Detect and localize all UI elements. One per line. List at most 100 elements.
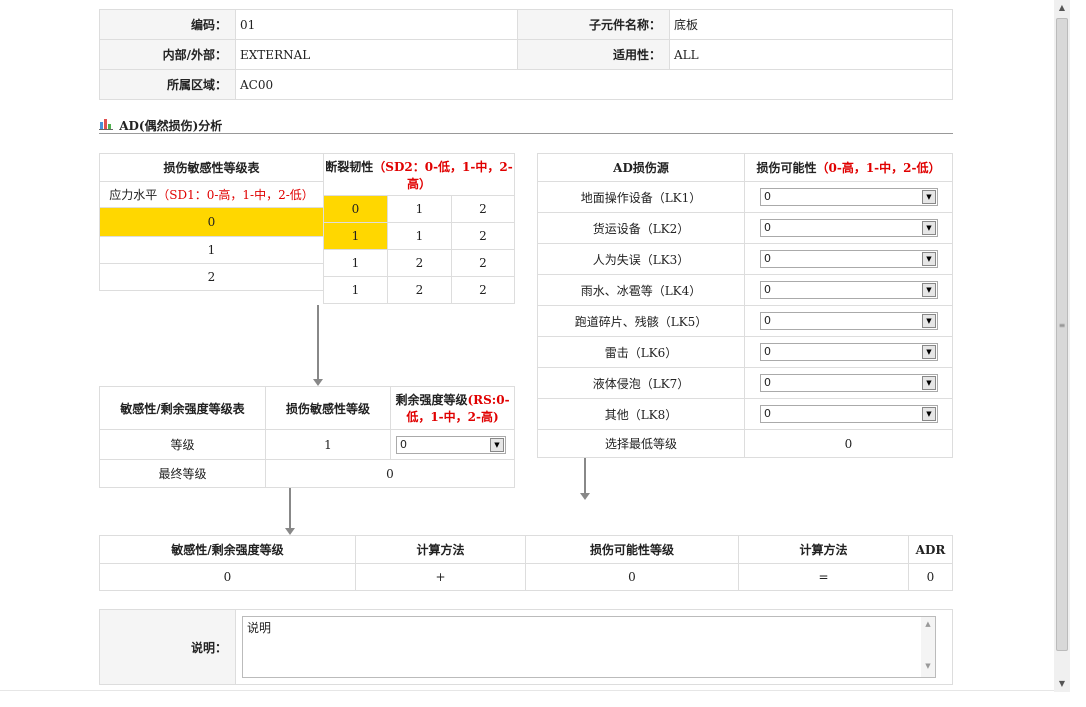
vertical-scrollbar[interactable]: ▲ ≡ ▼ (1054, 0, 1070, 692)
final-value: 0 (265, 459, 515, 488)
ad-likelihood-select[interactable]: 0 ▼ (760, 250, 938, 268)
notes-textarea[interactable]: 说明 ▲ ▼ (242, 616, 936, 678)
chevron-down-icon[interactable]: ▼ (922, 314, 936, 328)
residual-select[interactable]: 0 ▼ (396, 435, 506, 454)
result-header-3: 损伤可能性等级 (525, 535, 739, 564)
fracture-cell[interactable]: 2 (451, 276, 515, 304)
ad-likelihood-select[interactable]: 0 ▼ (760, 281, 938, 299)
residual-table: 敏感性/剩余强度等级表 损伤敏感性等级 剩余强度等级(RS:0-低，1-中，2-… (99, 386, 515, 488)
chevron-down-icon[interactable]: ▼ (922, 345, 936, 359)
ad-source-label: 雷击（LK6） (537, 336, 745, 368)
ad-select-cell: 0 ▼ (744, 398, 953, 430)
ad-source-row: 雷击（LK6） 0 ▼ (537, 336, 953, 368)
stress-row-1[interactable]: 1 (99, 236, 324, 264)
notes-text: 说明 (247, 621, 272, 635)
ad-select-value: 0 (764, 190, 771, 203)
fracture-cell[interactable]: 2 (387, 276, 452, 304)
fracture-cell[interactable]: 1 (323, 249, 388, 277)
ad-source-label: 跑道碎片、残骸（LK5） (537, 305, 745, 337)
ad-source-table: AD损伤源 损伤可能性（0-高，1-中，2-低） 地面操作设备（LK1） 0 ▼ 货运… (537, 153, 953, 458)
ad-select-value: 0 (764, 221, 771, 234)
textarea-scrollbar[interactable]: ▲ ▼ (921, 617, 935, 677)
result-header-2: 计算方法 (355, 535, 526, 564)
residual-header-2: 损伤敏感性等级 (265, 386, 391, 430)
ad-source-row: 跑道碎片、残骸（LK5） 0 ▼ (537, 305, 953, 337)
result-value-5: 0 (908, 563, 953, 591)
zone-value: AC00 (235, 69, 953, 100)
sensitivity-table: 损伤敏感性等级表 应力水平（SD1：0-高，1-中，2-低） 0 1 2 (99, 153, 324, 291)
fracture-table: 断裂韧性（SD2：0-低，1-中，2-高） 012 112 122 122 (323, 153, 515, 304)
stress-note: （SD1：0-高，1-中，2-低） (157, 188, 314, 202)
applicability-label: 适用性： (517, 39, 670, 70)
ad-likelihood-select[interactable]: 0 ▼ (760, 405, 938, 423)
final-label: 最终等级 (99, 459, 266, 488)
ad-likelihood-select[interactable]: 0 ▼ (760, 188, 938, 206)
ad-source-row: 货运设备（LK2） 0 ▼ (537, 212, 953, 244)
residual-select-cell: 0 ▼ (390, 429, 515, 460)
ad-source-label: 货运设备（LK2） (537, 212, 745, 244)
result-value-4: = (738, 563, 909, 591)
fracture-cell[interactable]: 2 (451, 249, 515, 277)
ad-select-value: 0 (764, 407, 771, 420)
result-table: 敏感性/剩余强度等级 计算方法 损伤可能性等级 计算方法 ADR 0 + 0 =… (99, 535, 953, 591)
ad-source-label: 液体侵泡（LK7） (537, 367, 745, 399)
scroll-down-icon[interactable]: ▼ (1054, 676, 1070, 692)
notes-cell: 说明 ▲ ▼ (235, 609, 953, 685)
zone-label: 所属区域： (99, 69, 236, 100)
fracture-header: 断裂韧性（SD2：0-低，1-中，2-高） (323, 153, 515, 196)
notes-table: 说明： 说明 ▲ ▼ (99, 609, 953, 685)
stress-row-2[interactable]: 2 (99, 263, 324, 291)
residual-header-1: 敏感性/剩余强度等级表 (99, 386, 266, 430)
fracture-cell[interactable]: 2 (451, 195, 515, 223)
fracture-cell[interactable]: 0 (323, 195, 388, 223)
flow-arrow (285, 488, 295, 535)
inout-value: EXTERNAL (235, 39, 518, 70)
chevron-down-icon[interactable]: ▼ (922, 252, 936, 266)
fracture-cell[interactable]: 1 (323, 222, 388, 250)
ad-source-label: 地面操作设备（LK1） (537, 181, 745, 213)
ad-likelihood-select[interactable]: 0 ▼ (760, 219, 938, 237)
page-divider (0, 690, 1054, 691)
ad-source-row: 地面操作设备（LK1） 0 ▼ (537, 181, 953, 213)
flow-arrow (313, 305, 323, 386)
ad-likelihood-select[interactable]: 0 ▼ (760, 312, 938, 330)
chevron-down-icon[interactable]: ▼ (490, 437, 504, 452)
scroll-up-icon[interactable]: ▲ (1054, 0, 1070, 16)
info-table: 编码： 01 子元件名称： 底板 内部/外部： EXTERNAL 适用性： AL… (99, 9, 953, 100)
chevron-down-icon[interactable]: ▼ (922, 190, 936, 204)
result-header-1: 敏感性/剩余强度等级 (99, 535, 356, 564)
notes-label: 说明： (99, 609, 236, 685)
result-value-2: + (355, 563, 526, 591)
fracture-cell[interactable]: 2 (387, 249, 452, 277)
stress-label: 应力水平 (109, 188, 158, 202)
fracture-cell[interactable]: 2 (451, 222, 515, 250)
chevron-down-icon[interactable]: ▼ (922, 283, 936, 297)
fracture-cell[interactable]: 1 (323, 276, 388, 304)
fracture-cell[interactable]: 1 (387, 222, 452, 250)
ad-select-value: 0 (764, 252, 771, 265)
ad-source-label: 其他（LK8） (537, 398, 745, 430)
scroll-thumb[interactable]: ≡ (1056, 18, 1068, 651)
result-header-4: 计算方法 (738, 535, 909, 564)
ad-likelihood-select[interactable]: 0 ▼ (760, 374, 938, 392)
ad-select-value: 0 (764, 345, 771, 358)
ad-likelihood-select[interactable]: 0 ▼ (760, 343, 938, 361)
ad-source-row: 人为失误（LK3） 0 ▼ (537, 243, 953, 275)
fracture-note: （SD2：0-低，1-中，2-高） (373, 159, 513, 191)
inout-label: 内部/外部： (99, 39, 236, 70)
ad-select-cell: 0 ▼ (744, 181, 953, 213)
stress-level-cell: 应力水平（SD1：0-高，1-中，2-低） (99, 181, 324, 208)
fracture-cell[interactable]: 1 (387, 195, 452, 223)
chevron-down-icon[interactable]: ▼ (922, 221, 936, 235)
ad-select-cell: 0 ▼ (744, 336, 953, 368)
ad-source-row: 雨水、冰雹等（LK4） 0 ▼ (537, 274, 953, 306)
min-level-value: 0 (744, 429, 953, 458)
stress-row-0[interactable]: 0 (99, 207, 324, 237)
ad-select-value: 0 (764, 314, 771, 327)
ad-select-value: 0 (764, 283, 771, 296)
flow-arrow (580, 458, 590, 500)
chevron-down-icon[interactable]: ▼ (922, 407, 936, 421)
residual-select-value: 0 (400, 437, 407, 451)
chevron-down-icon[interactable]: ▼ (922, 376, 936, 390)
fracture-title: 断裂韧性 (325, 159, 374, 174)
